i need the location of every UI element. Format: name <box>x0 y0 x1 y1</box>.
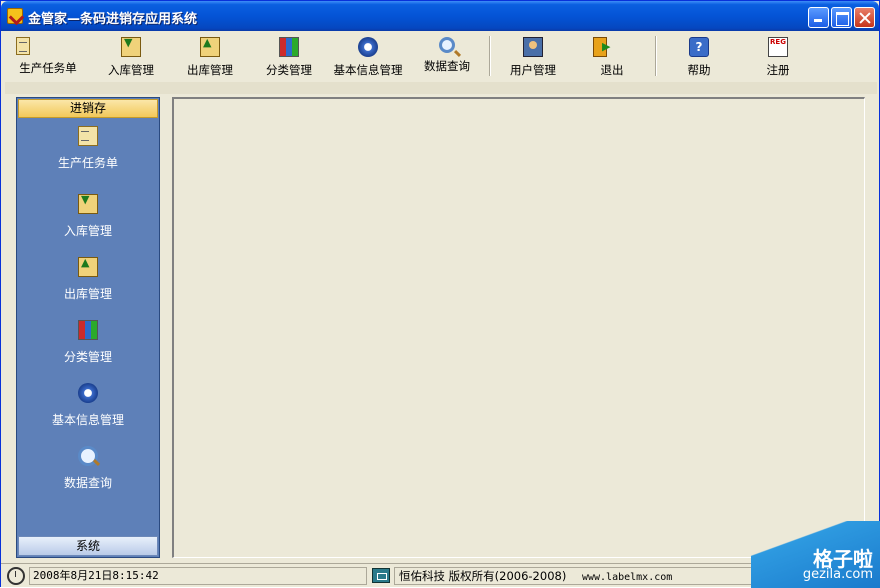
category-icon <box>78 320 98 340</box>
toolbar-label: 入库管理 <box>108 63 154 77</box>
toolbar-category-button[interactable]: 分类管理 <box>259 35 319 79</box>
toolbar-label: 退出 <box>600 63 624 77</box>
sidebar-item-label: 生产任务单 <box>57 156 118 170</box>
stock-in-icon <box>121 36 141 57</box>
sidebar-group-header[interactable]: 进销存 <box>18 99 158 118</box>
toolbar-help-button[interactable]: 帮助 <box>677 35 721 79</box>
sidebar-item-stock-in[interactable]: 入库管理 <box>17 193 159 239</box>
app-window: 金管家—条码进销存应用系统 生产任务单 入库管理 出库管理 分类管理 基本信息管… <box>0 0 880 588</box>
toolbar-data-query-button[interactable]: 数据查询 <box>417 35 477 79</box>
sidebar-item-label: 数据查询 <box>63 476 112 490</box>
status-copyright: 恒佑科技 版权所有(2006-2008) <box>399 569 567 583</box>
user-icon <box>523 37 543 57</box>
register-icon <box>768 37 788 57</box>
close-button[interactable] <box>854 7 875 28</box>
status-datetime: 2008年8月21日8:15:42 <box>29 567 367 585</box>
status-url: www.labelmx.com <box>581 572 673 583</box>
sidebar-item-label: 入库管理 <box>63 224 112 238</box>
toolbar-label: 帮助 <box>687 63 711 77</box>
toolbar-stock-in-button[interactable]: 入库管理 <box>101 35 161 79</box>
app-logo-icon[interactable] <box>7 8 23 24</box>
help-icon <box>689 37 709 57</box>
toolbar-label: 出库管理 <box>187 63 233 77</box>
sidebar: 进销存 生产任务单 入库管理 出库管理 分类管理 基本信息管理 数据查询 系统 <box>16 97 160 558</box>
category-icon <box>279 37 299 57</box>
sidebar-item-label: 基本信息管理 <box>51 413 124 427</box>
sidebar-item-stock-out[interactable]: 出库管理 <box>17 256 159 302</box>
stock-out-icon <box>200 36 220 57</box>
main-toolbar: 生产任务单 入库管理 出库管理 分类管理 基本信息管理 数据查询 用户管理 <box>5 32 877 82</box>
sidebar-item-label: 分类管理 <box>63 350 112 364</box>
gear-icon <box>358 37 378 57</box>
sidebar-item-task-order[interactable]: 生产任务单 <box>17 126 159 171</box>
sidebar-item-basic-info[interactable]: 基本信息管理 <box>17 383 159 428</box>
toolbar-label: 注册 <box>766 63 790 77</box>
watermark-en: gezila.com <box>802 567 873 582</box>
toolbar-stock-out-button[interactable]: 出库管理 <box>180 35 240 79</box>
toolbar-user-mgmt-button[interactable]: 用户管理 <box>503 35 563 79</box>
stock-out-icon <box>78 256 98 277</box>
clock-icon <box>7 567 25 585</box>
gear-icon <box>78 383 98 403</box>
task-doc-icon <box>78 126 98 146</box>
sidebar-item-data-query[interactable]: 数据查询 <box>17 446 159 491</box>
toolbar-label: 分类管理 <box>266 63 312 77</box>
toolbar-basic-info-button[interactable]: 基本信息管理 <box>329 35 407 79</box>
toolbar-exit-button[interactable]: 退出 <box>590 35 634 79</box>
stock-in-icon <box>78 193 98 214</box>
company-icon <box>372 568 390 583</box>
minimize-button[interactable] <box>808 7 829 28</box>
toolbar-task-order-button[interactable]: 生产任务单 <box>13 35 83 79</box>
toolbar-separator <box>655 36 657 76</box>
toolbar-label: 用户管理 <box>510 63 556 77</box>
maximize-button[interactable] <box>831 7 852 28</box>
toolbar-label: 基本信息管理 <box>333 63 403 77</box>
toolbar-register-button[interactable]: 注册 <box>756 35 800 79</box>
status-copyright-panel: 恒佑科技 版权所有(2006-2008) www.labelmx.com <box>394 567 754 585</box>
status-bar: 2008年8月21日8:15:42 恒佑科技 版权所有(2006-2008) w… <box>1 563 879 587</box>
sidebar-item-category[interactable]: 分类管理 <box>17 320 159 365</box>
search-icon <box>78 446 98 466</box>
main-content-area[interactable] <box>172 97 865 558</box>
window-title: 金管家—条码进销存应用系统 <box>28 12 198 27</box>
task-doc-icon <box>16 37 30 55</box>
toolbar-divider <box>5 82 877 94</box>
search-icon <box>439 37 455 53</box>
exit-door-icon <box>593 37 610 57</box>
toolbar-separator <box>489 36 491 76</box>
sidebar-item-label: 出库管理 <box>63 287 112 301</box>
toolbar-label: 生产任务单 <box>19 61 77 75</box>
sidebar-group-system[interactable]: 系统 <box>18 536 158 556</box>
title-bar[interactable]: 金管家—条码进销存应用系统 <box>1 1 879 31</box>
site-watermark: 格子啦 gezila.com <box>751 521 880 588</box>
toolbar-label: 数据查询 <box>424 59 470 73</box>
